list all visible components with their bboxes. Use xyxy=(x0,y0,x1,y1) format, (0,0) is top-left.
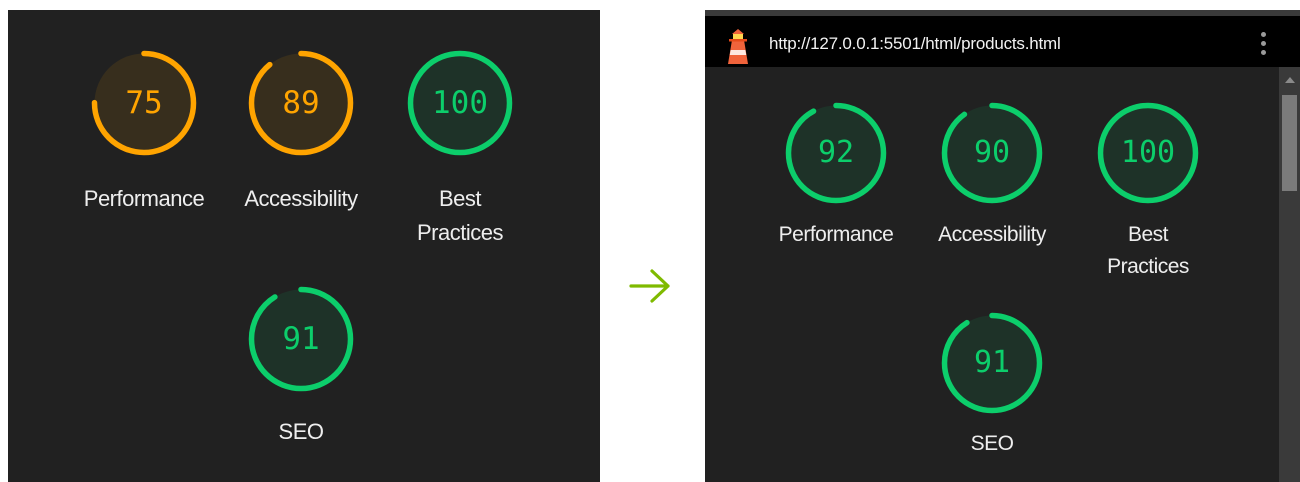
extension-header: http://127.0.0.1:5501/html/products.html xyxy=(705,10,1300,67)
gauge-score: 89 xyxy=(282,85,320,121)
page-url: http://127.0.0.1:5501/html/products.html xyxy=(769,34,1061,53)
gauge-label-accessibility: Accessibility xyxy=(244,186,358,211)
gauge-seo[interactable]: 91 xyxy=(246,284,356,394)
gauge-label-accessibility: Accessibility xyxy=(938,223,1046,246)
gauge-best-practices[interactable]: 100 xyxy=(1095,100,1201,206)
arrow-right-icon xyxy=(629,269,670,303)
gauge-accessibility[interactable]: 89 xyxy=(246,48,356,158)
lighthouse-icon xyxy=(728,29,748,64)
gauge-label-best-practices: Best Practices xyxy=(1107,223,1189,278)
gauge-seo[interactable]: 91 xyxy=(939,310,1045,416)
gauge-score: 100 xyxy=(432,85,488,121)
gauge-score: 90 xyxy=(973,135,1011,170)
scrollbar-thumb[interactable] xyxy=(1282,95,1297,191)
gauge-score: 91 xyxy=(282,321,320,357)
gauge-label-seo: SEO xyxy=(970,432,1014,455)
kebab-menu-icon[interactable] xyxy=(1258,32,1268,62)
gauge-performance[interactable]: 92 xyxy=(783,100,889,206)
gauge-label-performance: Performance xyxy=(778,223,894,246)
gauge-label-best-practices: Best Practices xyxy=(417,186,503,245)
scrollbar[interactable] xyxy=(1279,67,1300,482)
gauge-accessibility[interactable]: 90 xyxy=(939,100,1045,206)
gauge-score: 75 xyxy=(125,85,163,121)
gauge-best-practices[interactable]: 100 xyxy=(405,48,515,158)
gauge-score: 91 xyxy=(973,345,1011,380)
gauge-score: 100 xyxy=(1120,135,1176,170)
gauge-label-performance: Performance xyxy=(83,186,205,211)
scroll-up-arrow-icon[interactable] xyxy=(1285,77,1295,83)
gauge-performance[interactable]: 75 xyxy=(89,48,199,158)
gauge-label-seo: SEO xyxy=(278,419,324,444)
before-report-panel: 75 Performance 89 Accessibility 100 Best… xyxy=(8,10,600,482)
gauge-score: 92 xyxy=(817,135,855,170)
after-report-panel: http://127.0.0.1:5501/html/products.html… xyxy=(705,10,1300,482)
